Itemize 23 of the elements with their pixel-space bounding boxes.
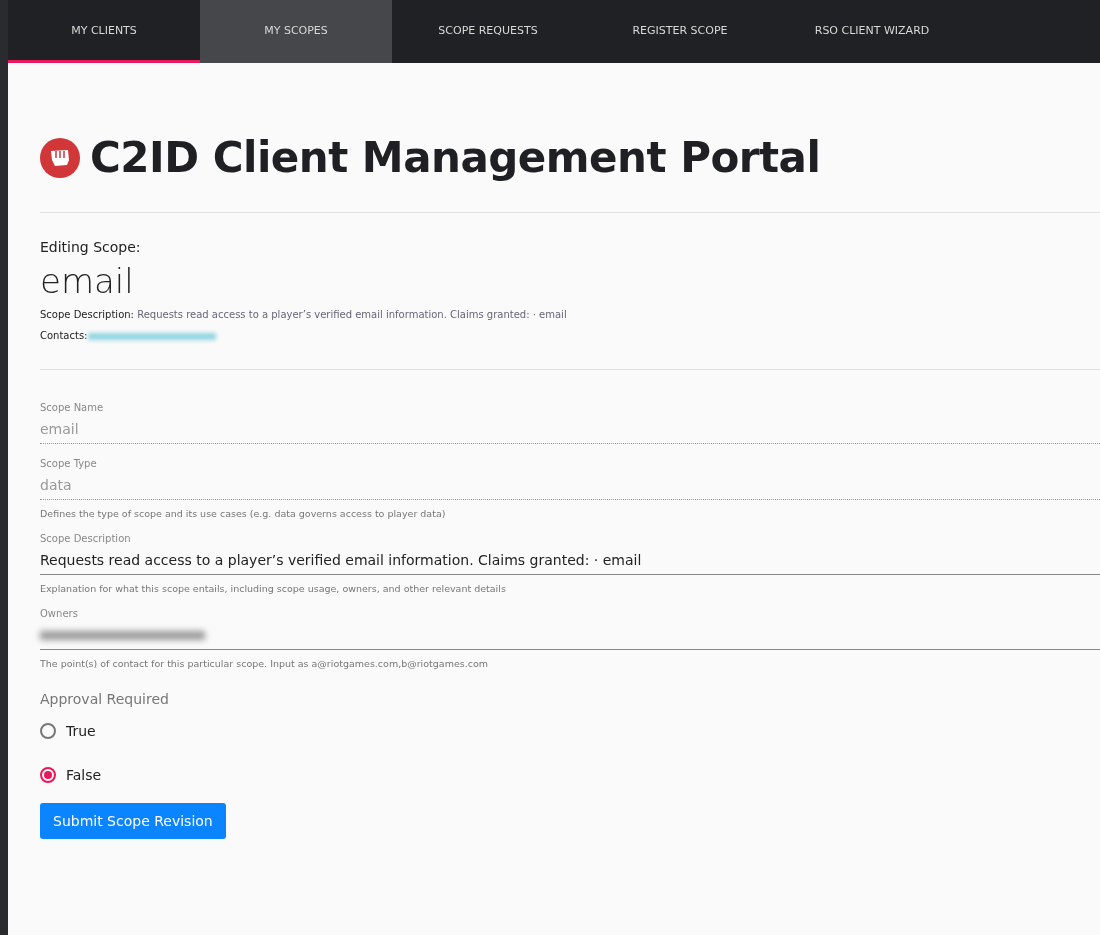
description-text: Requests read access to a player’s verified email information. Claims granted: · email — [137, 309, 567, 320]
field-label: Scope Name — [40, 402, 105, 413]
nav-tab[interactable]: RSO CLIENT WIZARD — [776, 0, 968, 63]
radio-option[interactable]: True — [40, 723, 96, 739]
help-text: The point(s) of contact for this particular scope. Input as a@riotgames.com,b@riotgames.com — [40, 658, 489, 669]
nav-tab[interactable]: SCOPE REQUESTS — [392, 0, 584, 63]
editing-heading: Editing Scope: — [40, 239, 142, 255]
fist-logo-icon — [40, 137, 80, 178]
field-label: Scope Description — [40, 533, 132, 544]
submit-button[interactable]: Submit Scope Revision — [40, 803, 226, 839]
nav-tab[interactable]: REGISTER SCOPE — [584, 0, 776, 63]
description-label: Scope Description: — [40, 309, 134, 320]
page-title: C2ID Client Management Portal — [90, 133, 821, 182]
help-text: Defines the type of scope and its use cases (e.g. data governs access to player data) — [40, 508, 447, 519]
nav-tab[interactable]: MY SCOPES — [200, 0, 392, 63]
contacts-label: Contacts: — [40, 330, 88, 341]
field-label: Owners — [40, 608, 79, 619]
help-text: Explanation for what this scope entails, including scope usage, owners, and other relevant details — [40, 583, 507, 594]
radio-option[interactable]: False — [40, 767, 102, 783]
scope-name: email — [40, 261, 135, 301]
input-field[interactable]: Requests read access to a player’s verified email information. Claims granted: · email — [40, 552, 1100, 575]
field-label: Scope Type — [40, 458, 98, 469]
approval-label: Approval Required — [40, 691, 170, 707]
